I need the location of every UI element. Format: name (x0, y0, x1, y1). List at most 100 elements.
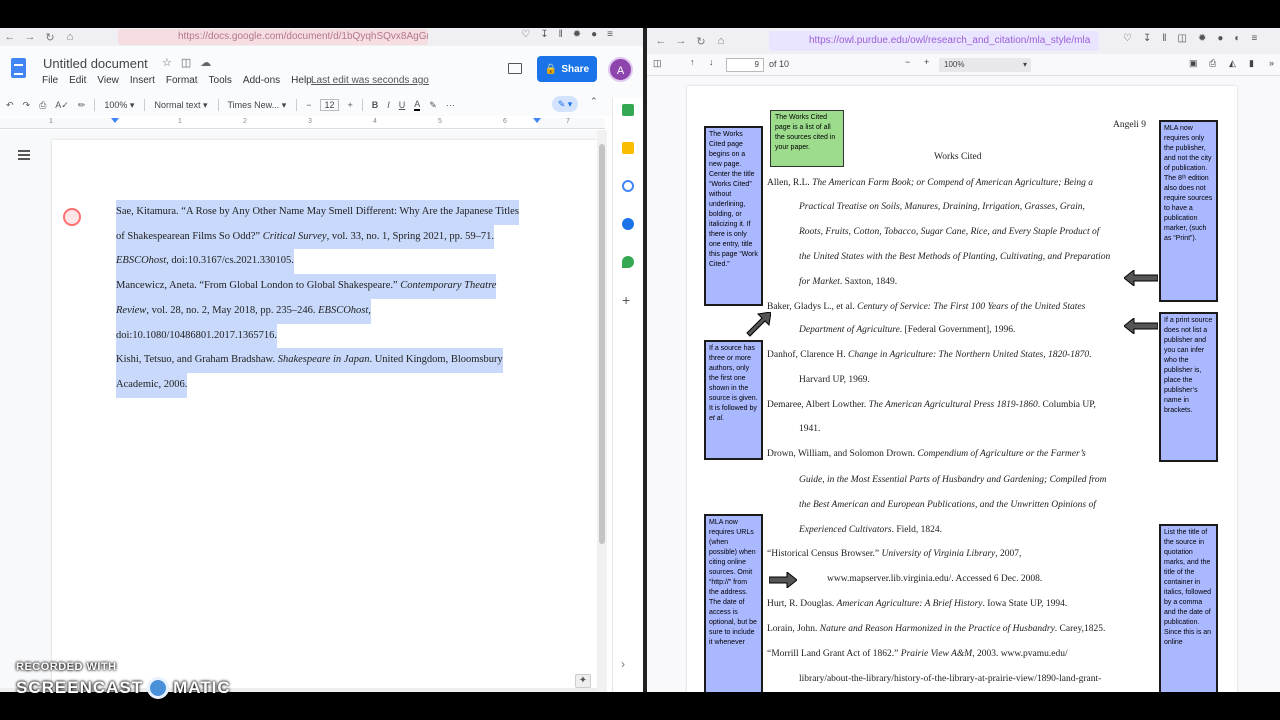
last-edit-link[interactable]: Last edit was seconds ago (311, 75, 429, 86)
editing-mode-icon[interactable]: ✎ ▾ (552, 96, 578, 112)
scroll-thumb[interactable] (599, 144, 605, 544)
editing-toolbar: ↶ ↷ ⎙ A✓ ✏ 100% ▾ Normal text ▾ Times Ne… (6, 96, 606, 114)
contacts-icon[interactable] (622, 218, 634, 230)
explore-icon[interactable]: ✦ (575, 674, 591, 688)
url-bar[interactable]: https://docs.google.com/document/d/1bQyq… (118, 29, 428, 45)
menu-format[interactable]: Format (166, 75, 198, 86)
pdf-line: for Market. Saxton, 1849. (799, 277, 897, 287)
print-icon[interactable]: ⎙ (1209, 58, 1216, 69)
entry-line: Kishi, Tetsuo, and Graham Bradshaw. Shak… (116, 348, 503, 373)
previous-page-icon[interactable]: ↑ (690, 57, 695, 67)
increase-font-icon[interactable]: + (348, 100, 353, 110)
zoom-out-icon[interactable]: − (905, 57, 910, 67)
maps-icon[interactable] (622, 256, 634, 268)
forward-icon[interactable]: → (20, 31, 40, 43)
document-title[interactable]: Untitled document (43, 56, 148, 71)
works-cited-entries[interactable]: Sae, Kitamura. “A Rose by Any Other Name… (116, 200, 536, 398)
tasks-icon[interactable] (622, 180, 634, 192)
star-icon[interactable]: ☆ (162, 56, 172, 69)
home-icon[interactable]: ⌂ (60, 31, 80, 43)
document-outline-icon[interactable] (18, 150, 30, 160)
pdf-text: . Iowa State UP, 1994. (982, 599, 1068, 609)
more-icon[interactable]: ⋯ (446, 100, 455, 111)
back-icon[interactable]: ← (0, 31, 20, 43)
text-color-icon[interactable]: A (414, 99, 421, 111)
add-addon-icon[interactable]: + (622, 292, 630, 308)
menu-file[interactable]: File (42, 75, 58, 86)
back-icon[interactable]: ← (651, 35, 671, 47)
extension-icon[interactable]: ✹ (1198, 33, 1206, 44)
page-number-input[interactable]: 9 (726, 58, 764, 72)
citation-entry[interactable]: Mancewicz, Aneta. “From Global London to… (116, 274, 536, 349)
pdf-italic: Department of Agriculture (799, 325, 900, 335)
zoom-select[interactable]: 100% ▾ (104, 100, 134, 111)
keep-icon[interactable] (622, 142, 634, 154)
spellcheck-icon[interactable]: A✓ (55, 100, 69, 111)
library-icon[interactable]: ‖ (559, 29, 563, 40)
indent-marker-icon[interactable] (111, 118, 119, 123)
vertical-scrollbar[interactable] (597, 130, 607, 692)
zoom-select[interactable]: 100% ▾ (939, 58, 1031, 72)
pocket-icon[interactable]: ♡ (521, 29, 530, 40)
sidebar-icon[interactable]: ◫ (1178, 33, 1187, 44)
undo-icon[interactable]: ↶ (6, 100, 14, 111)
library-icon[interactable]: ‖ (1162, 33, 1166, 44)
menu-icon[interactable]: ≡ (1251, 33, 1257, 44)
pdf-text: Drown, William, and Solomon Drown. (767, 449, 918, 459)
chevron-right-icon[interactable]: › (621, 657, 625, 671)
citation-entry[interactable]: Kishi, Tetsuo, and Graham Bradshaw. Shak… (116, 348, 536, 398)
menu-view[interactable]: View (97, 75, 119, 86)
download-icon[interactable]: ↧ (1143, 33, 1151, 44)
extension-icon[interactable]: ✹ (573, 29, 581, 40)
url-bar[interactable]: https://owl.purdue.edu/owl/research_and_… (769, 31, 1099, 51)
zoom-in-icon[interactable]: + (924, 57, 929, 67)
sheets-icon[interactable] (622, 104, 634, 116)
bookmark-icon[interactable]: ▮ (1249, 58, 1254, 69)
menu-insert[interactable]: Insert (130, 75, 155, 86)
reload-icon[interactable]: ↻ (40, 31, 60, 44)
download-icon[interactable]: ↧ (540, 29, 548, 40)
menu-addons[interactable]: Add-ons (243, 75, 280, 86)
pdf-text: . [Federal Government], 1996. (899, 325, 1016, 335)
page-total: of 10 (769, 59, 790, 69)
reload-icon[interactable]: ↻ (691, 35, 711, 48)
pdf-text: . (1089, 350, 1092, 360)
font-size-input[interactable]: 12 (320, 99, 339, 111)
pocket-icon[interactable]: ♡ (1123, 33, 1132, 44)
underline-icon[interactable]: U (399, 100, 406, 110)
menu-edit[interactable]: Edit (69, 75, 86, 86)
extension2-icon[interactable]: ● (591, 29, 597, 40)
move-folder-icon[interactable]: ◫ (181, 56, 191, 69)
extension2-icon[interactable]: ● (1217, 33, 1223, 44)
highlight-icon[interactable]: ✎ (429, 100, 437, 111)
italic-icon[interactable]: I (387, 100, 390, 110)
paint-format-icon[interactable]: ✏ (78, 100, 86, 111)
citation-entry[interactable]: Sae, Kitamura. “A Rose by Any Other Name… (116, 200, 536, 275)
color-icon[interactable]: ◐ (1234, 33, 1240, 44)
forward-icon[interactable]: → (671, 35, 691, 47)
next-page-icon[interactable]: ↓ (709, 57, 714, 67)
style-select[interactable]: Normal text ▾ (154, 100, 207, 111)
comment-history-icon[interactable] (508, 63, 522, 74)
print-icon[interactable]: ⎙ (39, 100, 46, 111)
menu-help[interactable]: Help (291, 75, 312, 86)
decrease-font-icon[interactable]: − (306, 100, 311, 110)
avatar[interactable]: A (608, 57, 633, 82)
cloud-status-icon[interactable]: ☁ (200, 56, 211, 69)
docs-logo-icon[interactable] (11, 58, 26, 78)
home-icon[interactable]: ⌂ (711, 35, 731, 47)
tools-icon[interactable]: » (1269, 58, 1274, 68)
share-button[interactable]: 🔒 Share (537, 56, 597, 82)
menu-icon[interactable]: ≡ (607, 29, 613, 40)
right-indent-marker-icon[interactable] (533, 118, 541, 123)
pdf-line: 1941. (799, 424, 821, 434)
font-select[interactable]: Times New... ▾ (228, 100, 287, 111)
presentation-icon[interactable]: ▣ (1189, 58, 1198, 69)
menu-tools[interactable]: Tools (209, 75, 232, 86)
save-icon[interactable]: ◭ (1229, 58, 1236, 69)
bold-icon[interactable]: B (372, 100, 379, 110)
collapse-menus-icon[interactable]: ⌃ (590, 96, 598, 107)
redo-icon[interactable]: ↷ (23, 100, 31, 111)
sidebar-toggle-icon[interactable]: ◫ (653, 58, 662, 69)
ruler-number: 1 (49, 118, 53, 125)
